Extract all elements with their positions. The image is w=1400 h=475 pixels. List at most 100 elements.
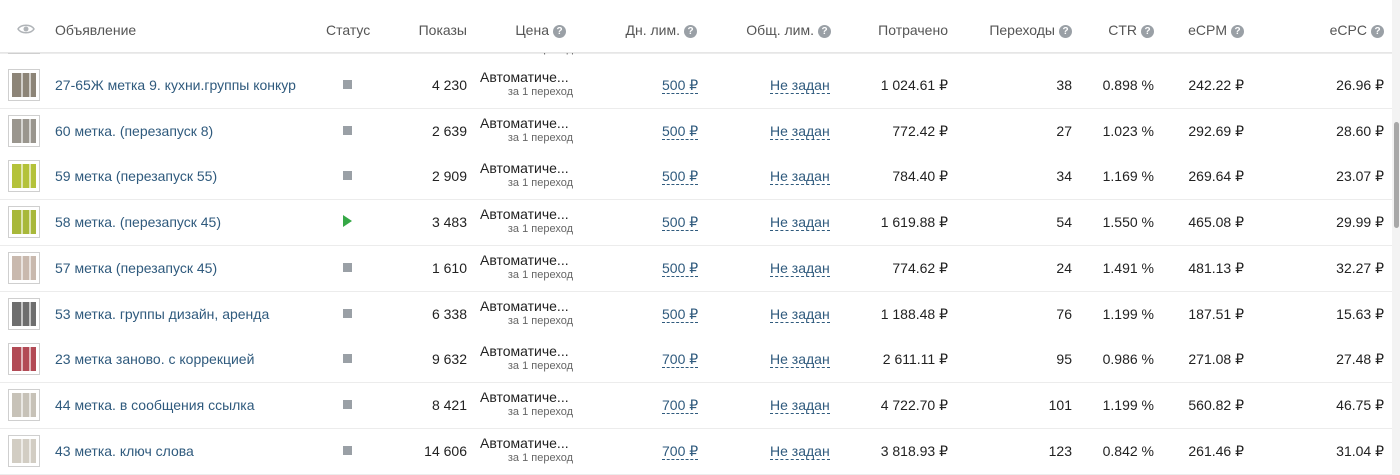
total-limit-link[interactable]: Не задан (770, 397, 830, 414)
ad-name-link[interactable]: 43 метка. ключ слова (55, 443, 194, 459)
price-cell: Автоматиче... за 1 переход (480, 69, 573, 98)
ad-thumbnail[interactable] (8, 389, 40, 421)
spent-value: 4 722.70 ₽ (880, 397, 948, 413)
daily-limit-link[interactable]: 500 ₽ (662, 168, 699, 185)
pause-square-icon[interactable] (343, 80, 352, 89)
ad-thumbnail[interactable] (8, 298, 40, 330)
ad-name-link[interactable]: 27-65Ж метка 9. кухни.группы конкур (55, 77, 296, 93)
column-total-limit[interactable]: Общ. лим.? (746, 8, 831, 52)
pause-square-icon[interactable] (343, 446, 352, 455)
clicks-value: 38 (1056, 77, 1072, 93)
column-spent[interactable]: Потрачено (878, 8, 948, 52)
daily-limit-link[interactable]: 500 ₽ (662, 260, 699, 277)
ad-name-link[interactable]: 23 метка заново. с коррекцией (55, 351, 254, 367)
table-row[interactable]: 23 метка заново. с коррекцией 9 632 Автома… (0, 337, 1392, 383)
ad-name-link[interactable]: 57 метка (перезапуск 45) (55, 260, 217, 276)
total-limit-link[interactable]: Не задан (770, 260, 830, 277)
ad-thumbnail[interactable] (8, 343, 40, 375)
column-status[interactable]: Статус (326, 8, 370, 52)
daily-limit-link[interactable]: 700 ₽ (662, 351, 699, 368)
ad-thumbnail[interactable] (8, 252, 40, 284)
ad-thumbnail-detail (21, 347, 23, 371)
daily-limit-link[interactable]: 500 ₽ (662, 77, 699, 94)
table-row[interactable]: 27-65Ж метка 9. кухни.группы конкур 4 230… (0, 63, 1392, 109)
scrollbar-track[interactable] (1392, 0, 1400, 475)
daily-limit-link[interactable]: 500 ₽ (662, 123, 699, 140)
ad-thumbnail-detail (21, 302, 23, 326)
daily-limit-link[interactable]: 500 ₽ (662, 306, 699, 323)
ad-thumbnail-image (12, 73, 36, 97)
ecpc-value: 26.96 ₽ (1336, 77, 1384, 93)
pause-square-icon[interactable] (343, 126, 352, 135)
pause-square-icon[interactable] (343, 354, 352, 363)
column-clicks[interactable]: Переходы? (989, 8, 1072, 52)
column-ctr[interactable]: CTR? (1108, 8, 1154, 52)
ad-thumbnail-detail (21, 439, 23, 463)
impressions-value: 2 909 (431, 168, 467, 184)
help-icon[interactable]: ? (1059, 25, 1072, 38)
pause-square-icon[interactable] (343, 309, 352, 318)
ad-name-link[interactable]: 58 метка. (перезапуск 45) (55, 214, 221, 230)
column-ad[interactable]: Объявление (55, 8, 136, 52)
column-ecpm-label: eCPM (1188, 22, 1227, 38)
ad-name-link[interactable]: 44 метка. в сообщения ссылка (55, 397, 255, 413)
ad-thumbnail[interactable] (8, 115, 40, 147)
table-row[interactable]: 44 метка. в сообщения ссылка 8 421 Автомат… (0, 383, 1392, 429)
ecpc-value: 31.04 ₽ (1336, 443, 1384, 459)
impressions-value: 3 483 (431, 214, 467, 230)
ecpc-value: 23.07 ₽ (1336, 168, 1384, 184)
total-limit-link[interactable]: Не задан (770, 351, 830, 368)
daily-limit-link[interactable]: 700 ₽ (662, 443, 699, 460)
ad-thumbnail[interactable] (8, 69, 40, 101)
ad-name-link[interactable]: 60 метка. (перезапуск 8) (55, 123, 213, 139)
spent-value: 2 611.11 ₽ (882, 351, 948, 367)
total-limit-link[interactable]: Не задан (770, 77, 830, 94)
column-price[interactable]: Цена? (515, 8, 566, 52)
pause-square-icon[interactable] (343, 400, 352, 409)
help-icon[interactable]: ? (1371, 25, 1384, 38)
ecpm-value: 560.82 ₽ (1188, 397, 1244, 413)
clicks-value: 101 (1048, 397, 1072, 413)
total-limit-link[interactable]: Не задан (770, 306, 830, 323)
total-limit-link[interactable]: Не задан (770, 214, 830, 231)
ad-thumbnail-detail (21, 73, 23, 97)
ad-thumbnail[interactable] (8, 160, 40, 192)
table-row[interactable]: 59 метка (перезапуск 55) 2 909 Автоматиче.… (0, 154, 1392, 200)
ad-thumbnail[interactable] (8, 435, 40, 467)
ad-thumbnail-detail (29, 393, 31, 417)
table-row[interactable]: 43 метка. ключ слова 14 606 Автоматиче... з… (0, 429, 1392, 475)
column-ecpc[interactable]: eCPC? (1330, 8, 1384, 52)
ctr-value: 0.898 % (1102, 77, 1154, 93)
eye-icon[interactable] (17, 23, 35, 35)
column-daily-limit[interactable]: Дн. лим.? (626, 8, 697, 52)
total-limit-link[interactable]: Не задан (770, 443, 830, 460)
table-row[interactable]: 57 метка (перезапуск 45) 1 610 Автоматиче.… (0, 246, 1392, 292)
pause-square-icon[interactable] (343, 263, 352, 272)
ctr-value: 0.986 % (1102, 351, 1154, 367)
help-icon[interactable]: ? (818, 25, 831, 38)
help-icon[interactable]: ? (684, 25, 697, 38)
ad-name-link[interactable]: 59 метка (перезапуск 55) (55, 168, 217, 184)
pause-square-icon[interactable] (343, 171, 352, 180)
help-icon[interactable]: ? (1231, 25, 1244, 38)
ecpm-value: 261.46 ₽ (1188, 443, 1244, 459)
price-value: Автоматиче... (480, 69, 569, 85)
ad-thumbnail[interactable] (8, 206, 40, 238)
help-icon[interactable]: ? (553, 25, 566, 38)
ad-thumbnail-image (12, 393, 36, 417)
table-row[interactable]: 58 метка. (перезапуск 45) 3 483 Автоматиче… (0, 200, 1392, 246)
column-impressions[interactable]: Показы (419, 8, 467, 52)
total-limit-link[interactable]: Не задан (770, 168, 830, 185)
column-ecpm[interactable]: eCPM? (1188, 8, 1244, 52)
total-limit-link[interactable]: Не задан (770, 123, 830, 140)
daily-limit-link[interactable]: 700 ₽ (662, 397, 699, 414)
ad-name-link[interactable]: 53 метка. группы дизайн, аренда (55, 306, 269, 322)
scrollbar-thumb[interactable] (1394, 122, 1399, 228)
play-icon[interactable] (343, 215, 352, 227)
help-icon[interactable]: ? (1141, 25, 1154, 38)
spent-value: 784.40 ₽ (892, 168, 948, 184)
daily-limit-link[interactable]: 500 ₽ (662, 214, 699, 231)
table-row[interactable]: 60 метка. (перезапуск 8) 2 639 Автоматиче.… (0, 109, 1392, 155)
ecpc-value: 28.60 ₽ (1336, 123, 1384, 139)
table-row[interactable]: 53 метка. группы дизайн, аренда 6 338 Авто… (0, 292, 1392, 338)
